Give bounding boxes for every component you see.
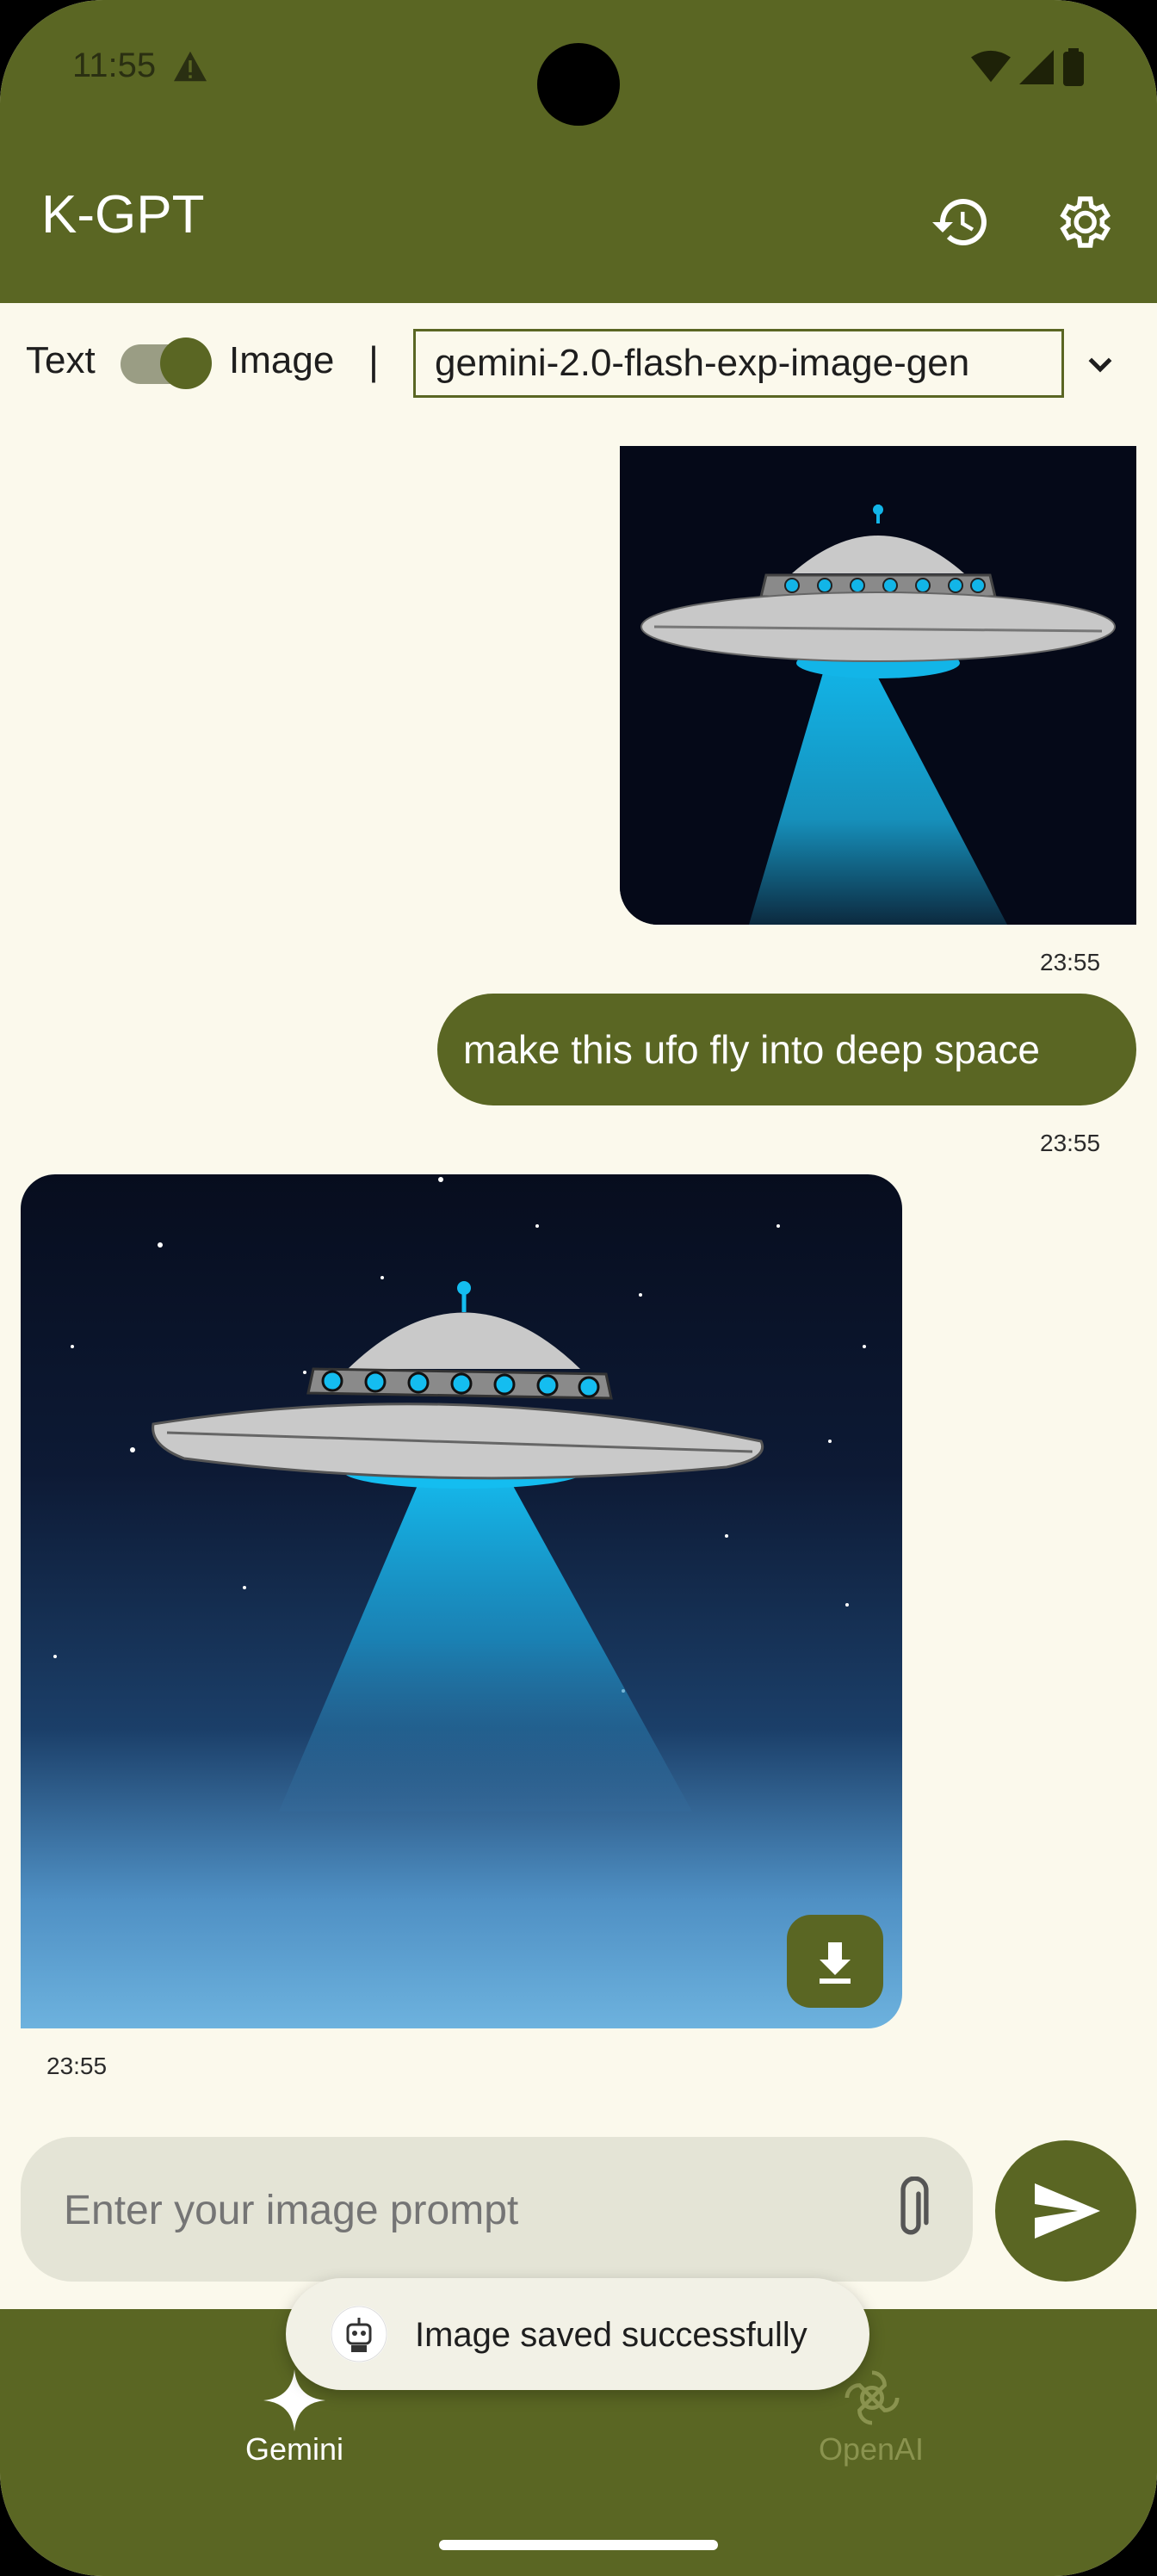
- image-mode-label: Image: [229, 339, 335, 381]
- send-icon: [1035, 2183, 1100, 2239]
- snackbar-text: Image saved successfully: [415, 2316, 807, 2354]
- settings-icon[interactable]: [1052, 191, 1114, 253]
- robot-icon: [331, 2306, 387, 2362]
- wifi-icon: [971, 50, 1011, 83]
- assistant-image-message[interactable]: [21, 1174, 902, 2028]
- prompt-input[interactable]: [62, 2137, 840, 2283]
- chevron-down-icon[interactable]: [1081, 348, 1119, 382]
- download-button[interactable]: [787, 1915, 883, 2008]
- status-icons: [971, 48, 1085, 86]
- phone-screen: 11:55 K-GPT Text Image | gemini-2.0-flas…: [0, 0, 1157, 2576]
- model-select[interactable]: gemini-2.0-flash-exp-image-gen: [413, 329, 1064, 398]
- battery-icon: [1063, 48, 1084, 86]
- timestamp: 23:55: [1040, 1130, 1101, 1156]
- separator: |: [368, 338, 379, 383]
- nav-label-openai: OpenAI: [818, 2431, 925, 2467]
- home-indicator[interactable]: [439, 2540, 718, 2550]
- timestamp: 23:55: [46, 2053, 108, 2079]
- user-image-message[interactable]: [620, 446, 1136, 925]
- mode-row: Text Image | gemini-2.0-flash-exp-image-…: [0, 303, 1157, 425]
- text-mode-label: Text: [26, 339, 96, 381]
- signal-icon: [1019, 50, 1054, 84]
- user-text-message[interactable]: make this ufo fly into deep space: [437, 994, 1136, 1105]
- ufo-image: [620, 446, 1136, 925]
- prompt-input-container: [21, 2137, 973, 2283]
- nav-label-gemini: Gemini: [244, 2431, 344, 2467]
- warning-icon: [174, 51, 207, 82]
- front-camera: [537, 43, 620, 126]
- status-time: 11:55: [72, 46, 157, 84]
- history-icon[interactable]: [930, 191, 992, 253]
- attach-icon[interactable]: [887, 2177, 935, 2242]
- app-title: K-GPT: [41, 185, 205, 245]
- app-bar: 11:55 K-GPT: [0, 0, 1157, 303]
- timestamp: 23:55: [1040, 949, 1101, 975]
- toggle-thumb: [160, 337, 212, 389]
- openai-icon: [845, 2370, 900, 2425]
- snackbar: Image saved successfully: [286, 2278, 869, 2390]
- ufo-deep-space-image: [53, 1177, 866, 1811]
- send-button[interactable]: [995, 2140, 1136, 2282]
- download-icon: [820, 1942, 851, 1984]
- mode-toggle[interactable]: [121, 337, 212, 389]
